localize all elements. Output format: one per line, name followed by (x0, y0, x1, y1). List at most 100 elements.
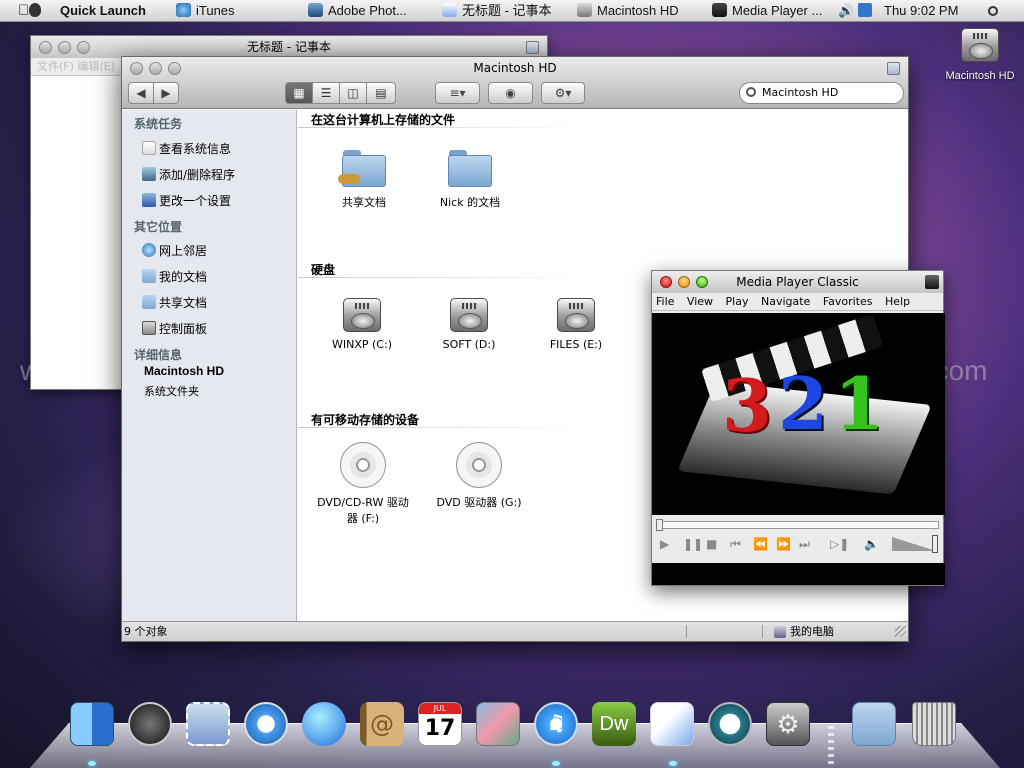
seek-bar[interactable] (656, 519, 939, 531)
zoom-button[interactable] (696, 276, 708, 288)
item-drive-d[interactable]: SOFT (D:) (419, 292, 519, 351)
item-dvd-f[interactable]: DVD/CD-RW 驱动器 (F:) (312, 442, 414, 526)
input-menu-icon[interactable] (858, 0, 872, 22)
system-preferences-icon[interactable]: ⚙ (766, 702, 810, 746)
sidebar-item-change-setting[interactable]: 更改一个设置 (142, 192, 231, 209)
toolbar-toggle-button[interactable] (887, 62, 900, 75)
mpc-app-icon (925, 275, 939, 289)
trash-icon[interactable] (912, 702, 956, 746)
menu-help[interactable]: Help (885, 295, 910, 308)
stop-button[interactable]: ■ (706, 537, 717, 551)
volume-slider[interactable] (892, 535, 940, 553)
volume-icon[interactable]: 🔊 (838, 0, 854, 22)
pause-button[interactable]: ❚❚ (683, 537, 703, 551)
iphoto-icon[interactable] (476, 702, 520, 746)
hard-drive-icon (339, 292, 385, 338)
item-nick-documents[interactable]: Nick 的文档 (420, 148, 520, 210)
hard-drive-icon (553, 292, 599, 338)
ichat-icon[interactable] (302, 702, 346, 746)
photoshop-icon[interactable] (650, 702, 694, 746)
desktop-macintosh-hd[interactable]: Macintosh HD (942, 22, 1018, 82)
minimize-button[interactable] (58, 41, 71, 54)
documents-folder-icon[interactable] (852, 702, 896, 746)
logo-digit-3: 3 (722, 363, 773, 448)
dock-separator (828, 726, 834, 766)
search-field[interactable]: Macintosh HD (739, 82, 904, 104)
cover-flow-button[interactable]: ▤ (366, 82, 396, 104)
skip-forward-button[interactable]: ⏭ (799, 537, 810, 552)
running-indicator (669, 761, 677, 766)
sidebar-item-control-panel[interactable]: 控制面板 (142, 320, 207, 337)
ical-icon[interactable]: JUL 17 (418, 702, 462, 746)
mail-icon[interactable] (186, 702, 230, 746)
search-icon (746, 87, 756, 97)
close-button[interactable] (39, 41, 52, 54)
menu-favorites[interactable]: Favorites (823, 295, 873, 308)
skip-back-button[interactable]: ⏮ (730, 537, 741, 552)
sidebar-head-details: 详细信息 (134, 348, 183, 362)
notepad-titlebar[interactable]: 无标题 - 记事本 (31, 36, 547, 58)
fast-forward-button[interactable]: ⏩ (776, 537, 791, 551)
sidebar-item-system-info[interactable]: 查看系统信息 (142, 140, 231, 157)
video-area[interactable]: 3 2 1 (652, 313, 945, 515)
time-machine-icon[interactable] (708, 702, 752, 746)
mpc-title: Media Player Classic (736, 275, 859, 289)
safari-icon[interactable] (244, 702, 288, 746)
settings-icon (142, 193, 156, 207)
item-drive-e[interactable]: FILES (E:) (526, 292, 626, 351)
icon-view-button[interactable]: ▦ (285, 82, 313, 104)
menu-macintosh-hd[interactable]: Macintosh HD (577, 0, 679, 22)
mpc-titlebar[interactable]: Media Player Classic (652, 271, 943, 293)
menu-photoshop[interactable]: Adobe Phot... (308, 0, 407, 22)
sidebar-item-my-documents[interactable]: 我的文档 (142, 268, 207, 285)
menu-clock[interactable]: Thu 9:02 PM (884, 0, 958, 22)
itunes-icon[interactable]: ♫ (534, 702, 578, 746)
menu-play[interactable]: Play (726, 295, 749, 308)
close-button[interactable] (660, 276, 672, 288)
menu-navigate[interactable]: Navigate (761, 295, 810, 308)
item-dvd-g[interactable]: DVD 驱动器 (G:) (424, 442, 534, 510)
item-drive-c[interactable]: WINXP (C:) (312, 292, 412, 351)
section-title-removable: 有可移动存储的设备 (311, 413, 420, 427)
arrange-button[interactable]: ≡▾ (435, 82, 480, 104)
sidebar-item-shared-documents[interactable]: 共享文档 (142, 294, 207, 311)
volume-thumb[interactable] (932, 535, 938, 553)
spotlight-icon[interactable] (988, 0, 998, 22)
quick-look-button[interactable]: ◉ (488, 82, 533, 104)
sidebar-item-network[interactable]: 网上邻居 (142, 242, 207, 259)
menu-bar:  Quick Launch iTunes Adobe Phot... 无标题 … (0, 0, 1024, 22)
status-divider (762, 625, 763, 638)
seek-thumb[interactable] (656, 519, 663, 531)
menu-notepad[interactable]: 无标题 - 记事本 (442, 0, 552, 22)
toolbar-toggle-button[interactable] (526, 41, 539, 54)
sidebar-item-add-remove[interactable]: 添加/删除程序 (142, 166, 235, 183)
item-shared-documents[interactable]: 共享文档 (314, 148, 414, 210)
action-button[interactable]: ⚙▾ (541, 82, 585, 104)
rewind-button[interactable]: ⏪ (753, 537, 768, 551)
hard-drive-icon (446, 292, 492, 338)
apple-menu-icon[interactable]:  (18, 0, 42, 22)
frame-step-button[interactable]: ▷❚ (830, 537, 849, 551)
speaker-icon[interactable]: 🔈 (864, 537, 879, 551)
status-my-computer: 我的电脑 (790, 625, 834, 638)
column-view-button[interactable]: ◫ (339, 82, 367, 104)
zoom-button[interactable] (77, 41, 90, 54)
folder-icon (142, 295, 156, 309)
minimize-button[interactable] (678, 276, 690, 288)
dreamweaver-icon[interactable]: Dw (592, 702, 636, 746)
play-button[interactable]: ▶ (660, 537, 669, 551)
finder-icon[interactable] (70, 702, 114, 746)
dashboard-icon[interactable] (128, 702, 172, 746)
list-view-button[interactable]: ☰ (312, 82, 340, 104)
section-title-drives: 硬盘 (311, 263, 336, 277)
clapperboard-logo: 3 2 1 (677, 314, 932, 513)
back-button[interactable]: ◀ (128, 82, 154, 104)
menu-itunes[interactable]: iTunes (176, 0, 235, 22)
address-book-icon[interactable]: @ (360, 702, 404, 746)
finder-toolbar: Macintosh HD ◀ ▶ ▦ ☰ ◫ ▤ ≡▾ ◉ ⚙▾ Macinto… (122, 57, 908, 109)
resize-grip[interactable] (895, 626, 906, 637)
menu-media-player[interactable]: Media Player ... (712, 0, 822, 22)
section-title-files: 在这台计算机上存储的文件 (311, 113, 456, 127)
forward-button[interactable]: ▶ (153, 82, 179, 104)
menu-quick-launch[interactable]: Quick Launch (60, 0, 146, 22)
